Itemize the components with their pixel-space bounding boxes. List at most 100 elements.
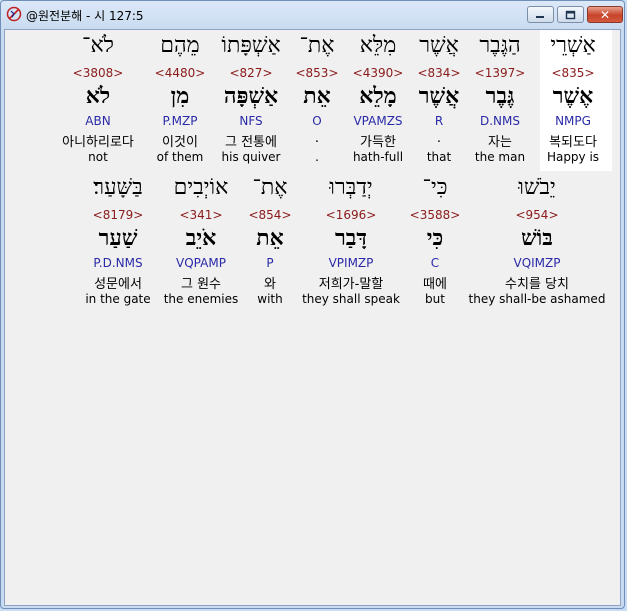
hebrew-word: יְדַבְּרוּ xyxy=(329,175,373,200)
lemma-word: אֹיֵב xyxy=(185,225,217,251)
word-column[interactable]: אַשְׁפָּתוֹ <827> אַשְׁפָּה NFS 그 전통에 his qui… xyxy=(216,32,286,168)
interlinear-panel: אַשְׁרֵי <835> אֶשֶׁר NMPG 복되도다 Happy is הַגֶּ… xyxy=(4,29,621,606)
hebrew-word: כִּי־ xyxy=(422,175,448,200)
korean-gloss: 아니하리로다 xyxy=(62,135,134,150)
english-gloss: of them xyxy=(156,150,204,164)
lemma-word: לֹא xyxy=(85,83,111,109)
english-gloss: with xyxy=(257,292,283,306)
english-gloss: the enemies xyxy=(163,292,239,306)
parsing-code: NMPG xyxy=(555,114,591,128)
parsing-code: R xyxy=(434,114,444,128)
word-column[interactable]: מֵהֶם <4480> מִן P.MZP 이것이 of them xyxy=(148,32,212,168)
lemma-word: דָּבַר xyxy=(335,225,367,251)
lemma-word: אַשְׁפָּה xyxy=(223,83,279,109)
korean-gloss: 자는 xyxy=(488,135,512,150)
hebrew-word: אֲשֶׁר xyxy=(419,33,459,58)
parsing-code: VQIMZP xyxy=(513,256,561,270)
strong-number: <3808> xyxy=(72,66,124,80)
word-column[interactable]: בַּשָּׁעַר׃ <8179> שַׁעַר P.D.NMS 성문에서 in the… xyxy=(73,174,163,310)
korean-gloss: 저희가-말할 xyxy=(318,277,384,292)
strong-number: <1397> xyxy=(474,66,526,80)
word-column[interactable]: יְדַבְּרוּ <1696> דָּבַר VPIMZP 저희가-말할 they s… xyxy=(296,174,406,310)
hebrew-word: בַּשָּׁעַר׃ xyxy=(93,175,143,200)
word-column[interactable]: אוֹיְבִים <341> אֹיֵב VQPAMP 그 원수 the enemies xyxy=(156,174,246,310)
korean-gloss: 복되도다 xyxy=(549,135,597,150)
hebrew-word: אַשְׁפָּתוֹ xyxy=(221,33,281,58)
parsing-code: P.D.NMS xyxy=(93,256,143,270)
korean-gloss: 와 xyxy=(264,277,276,292)
word-column[interactable]: הַגֶּבֶר <1397> גֶּבֶר D.NMS 자는 the man xyxy=(464,32,536,168)
korean-gloss: . xyxy=(436,131,442,146)
english-gloss: in the gate xyxy=(85,292,151,306)
word-column[interactable]: אֲשֶׁר <834> אֲשֶׁר R. that xyxy=(409,32,469,168)
strong-number: <835> xyxy=(551,66,595,80)
parsing-code: VPAMZS xyxy=(353,114,403,128)
parsing-code: O xyxy=(312,114,322,128)
strong-number: <834> xyxy=(417,66,461,80)
lemma-word: כִּי xyxy=(426,225,444,251)
hebrew-word: לֹא־ xyxy=(82,33,114,58)
parsing-code: P.MZP xyxy=(162,114,198,128)
english-gloss: that xyxy=(426,150,452,164)
hebrew-word: הַגֶּבֶר xyxy=(479,33,521,58)
korean-gloss: 그 원수 xyxy=(180,277,221,292)
parsing-code: ABN xyxy=(85,114,111,128)
korean-gloss: . xyxy=(314,131,320,146)
word-column[interactable]: אַשְׁרֵי <835> אֶשֶׁר NMPG 복되도다 Happy is xyxy=(537,32,609,168)
word-column[interactable]: אֶת־ <853> אֵת O.. xyxy=(289,32,345,168)
minimize-button[interactable] xyxy=(527,6,554,23)
english-gloss: his quiver xyxy=(221,150,281,164)
english-gloss: not xyxy=(88,150,108,164)
window-title: @원전분해 - 시 127:5 xyxy=(26,9,144,23)
strong-number: <827> xyxy=(229,66,273,80)
parsing-code: VPIMZP xyxy=(328,256,374,270)
parsing-code: D.NMS xyxy=(479,114,520,128)
hebrew-word: אַשְׁרֵי xyxy=(550,33,596,58)
english-gloss: they shall speak xyxy=(302,292,400,306)
strong-number: <3588> xyxy=(409,208,461,222)
parsing-code: NFS xyxy=(239,114,263,128)
english-gloss: but xyxy=(425,292,445,306)
hebrew-word: יֵבֹשׁוּ xyxy=(518,175,556,200)
korean-gloss: 이것이 xyxy=(162,135,198,150)
maximize-button[interactable] xyxy=(557,6,584,23)
english-gloss: Happy is xyxy=(546,150,600,164)
parsing-code: VQPAMP xyxy=(176,256,226,270)
strong-number: <4480> xyxy=(154,66,206,80)
strong-number: <853> xyxy=(295,66,339,80)
maximize-icon xyxy=(565,10,576,19)
korean-gloss: 가득한 xyxy=(360,135,396,150)
close-icon: ✕ xyxy=(599,7,611,22)
word-column[interactable]: אֶת־ <854> אֵת P 와 with xyxy=(245,174,295,310)
english-gloss: hath-full xyxy=(352,150,404,164)
hebrew-word: אוֹיְבִים xyxy=(173,175,229,200)
hebrew-word: אֶת־ xyxy=(252,175,288,200)
strong-number: <854> xyxy=(248,208,292,222)
lemma-word: מָלֵא xyxy=(359,83,397,109)
strong-number: <1696> xyxy=(325,208,377,222)
korean-gloss: 수치를 당치 xyxy=(505,277,569,292)
word-column[interactable]: כִּי־ <3588> כִּי C 때에 but xyxy=(405,174,465,310)
app-logo-icon xyxy=(6,6,22,22)
english-gloss: they shall-be ashamed xyxy=(468,292,606,306)
korean-gloss: 그 전통에 xyxy=(225,135,277,150)
word-column[interactable]: יֵבֹשׁוּ <954> בּוֹשׁ VQIMZP 수치를 당치 they shal… xyxy=(467,174,607,310)
word-column[interactable]: לֹא־ <3808> לֹא ABN 아니하리로다 not xyxy=(48,32,148,168)
app-window: @원전분해 - 시 127:5 ✕ אַשְׁרֵי <835> אֶשֶׁר NMP… xyxy=(0,0,625,609)
lemma-word: שַׁעַר xyxy=(98,225,138,251)
english-gloss: the man xyxy=(474,150,526,164)
word-column[interactable]: מִלֵּא <4390> מָלֵא VPAMZS 가득한 hath-full xyxy=(346,32,410,168)
parsing-code: C xyxy=(430,256,440,270)
korean-gloss: 성문에서 xyxy=(94,277,142,292)
close-button[interactable]: ✕ xyxy=(587,6,623,23)
hebrew-word: אֶת־ xyxy=(299,33,335,58)
lemma-word: מִן xyxy=(170,83,190,109)
title-bar[interactable]: @원전분해 - 시 127:5 ✕ xyxy=(1,1,624,29)
lemma-word: אֵת xyxy=(256,225,284,251)
hebrew-word: מֵהֶם xyxy=(160,33,200,58)
minimize-icon xyxy=(536,15,544,18)
lemma-word: אֶשֶׁר xyxy=(552,83,594,109)
strong-number: <4390> xyxy=(352,66,404,80)
hebrew-word: מִלֵּא xyxy=(359,33,397,58)
lemma-word: אֵת xyxy=(303,83,331,109)
